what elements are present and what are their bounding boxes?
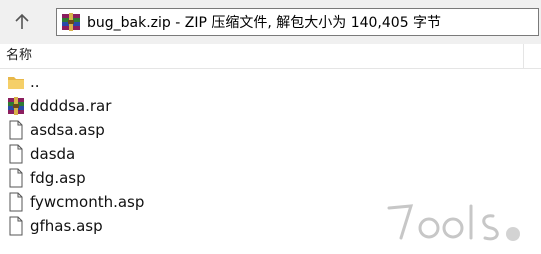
list-item[interactable]: .. [0,70,520,94]
file-icon [9,192,23,212]
tools-watermark-logo [387,204,520,241]
file-name: asdsa.asp [30,121,105,139]
file-icon [9,144,23,164]
column-header-bar: 名称 [0,44,541,69]
list-item[interactable]: asdsa.asp [0,118,520,142]
up-folder-button[interactable] [8,9,36,35]
file-name: fdg.asp [30,169,86,187]
archive-path-text: bug_bak.zip - ZIP 压缩文件, 解包大小为 140,405 字节 [87,15,442,31]
address-bar[interactable]: bug_bak.zip - ZIP 压缩文件, 解包大小为 140,405 字节 [56,8,539,36]
file-name: dasda [30,145,76,163]
navigation-toolbar: bug_bak.zip - ZIP 压缩文件, 解包大小为 140,405 字节 [0,0,541,44]
file-icon [9,216,23,236]
file-name: gfhas.asp [30,217,103,235]
arrow-up-icon [15,13,29,29]
list-item[interactable]: dasda [0,142,520,166]
list-item[interactable]: fdg.asp [0,166,520,190]
file-name: .. [30,73,40,91]
column-header-name[interactable]: 名称 [0,44,524,68]
folder-icon [8,77,24,89]
rar-archive-icon [8,97,24,115]
file-name: ddddsa.rar [30,97,112,115]
list-item[interactable]: ddddsa.rar [0,94,520,118]
file-icon [9,168,23,188]
file-name: fywcmonth.asp [30,193,145,211]
file-icon [9,120,23,140]
rar-archive-icon [62,13,80,31]
